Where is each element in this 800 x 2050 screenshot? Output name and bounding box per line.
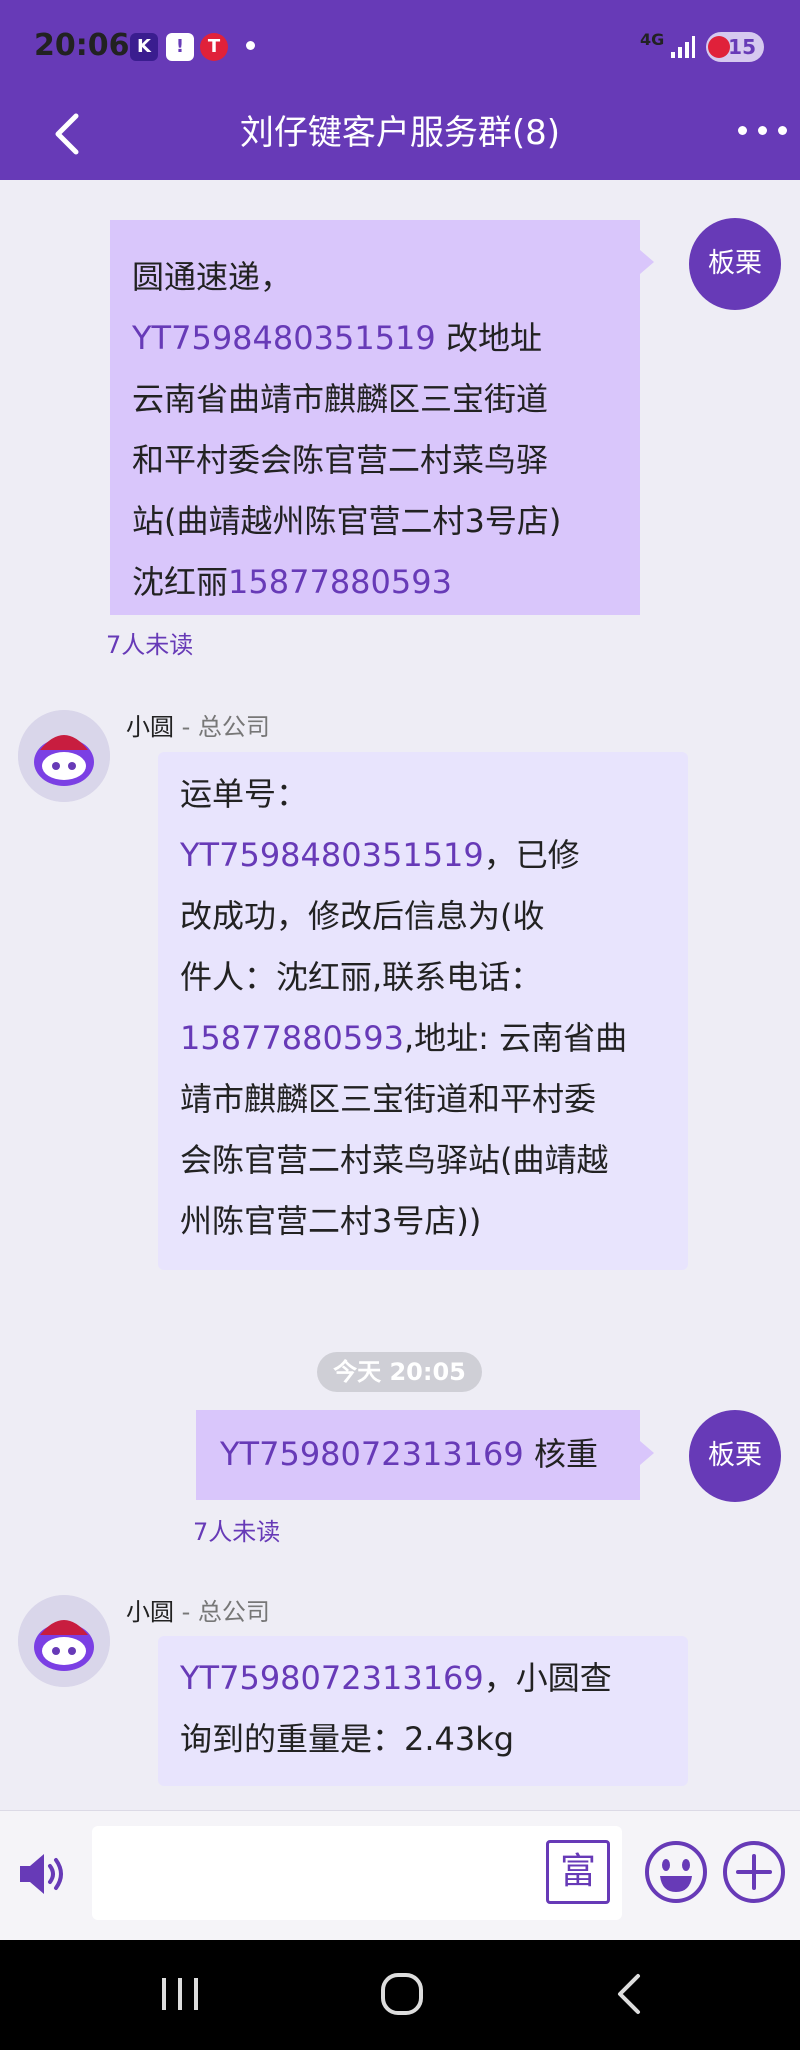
outgoing-message-bubble[interactable]: 圆通速递， YT7598480351519 改地址 云南省曲靖市麒麟区三宝街道 … — [110, 220, 640, 615]
tracking-number-link[interactable]: YT7598072313169 — [180, 1659, 484, 1697]
tracking-number-link[interactable]: YT7598072313169 — [220, 1435, 524, 1473]
timestamp-chip: 今天 20:05 — [317, 1352, 482, 1392]
message-line: 会陈官营二村菜鸟驿站(曲靖越 — [180, 1141, 609, 1179]
sender-name: 小圆 - 总公司 — [126, 1598, 270, 1626]
more-options-button[interactable] — [736, 110, 792, 150]
message-line: 运单号： — [180, 775, 309, 813]
unread-count[interactable]: 7人未读 — [106, 630, 193, 660]
avatar[interactable]: 板栗 — [689, 218, 781, 310]
bubble-tail — [640, 1441, 654, 1465]
voice-input-button[interactable] — [16, 1848, 68, 1900]
bubble-tail — [640, 250, 654, 274]
incoming-message-bubble[interactable]: YT7598072313169，小圆查 询到的重量是：2.43kg — [158, 1636, 688, 1786]
notification-dot-icon — [246, 41, 255, 50]
battery-saver-icon — [708, 36, 730, 58]
message-line: 云南省曲靖市麒麟区三宝街道 — [132, 380, 549, 418]
rich-text-button[interactable]: 富 — [546, 1840, 610, 1904]
message-line: 州陈官营二村3号店)) — [180, 1202, 482, 1240]
message-line: YT7598480351519，已修 — [180, 836, 580, 874]
message-line: 圆通速递， — [132, 258, 293, 296]
message-line: 15877880593,地址: 云南省曲 — [180, 1019, 628, 1057]
network-type-label: 4G — [640, 30, 665, 49]
recents-button[interactable] — [158, 1972, 202, 2016]
avatar[interactable]: 板栗 — [689, 1410, 781, 1502]
message-line: YT7598480351519 改地址 — [132, 319, 542, 357]
alert-app-icon: ! — [166, 33, 194, 61]
message-line: 件人：沈红丽,联系电话： — [180, 958, 543, 996]
sender-name: 小圆 - 总公司 — [126, 713, 270, 741]
home-button[interactable] — [378, 1970, 426, 2018]
emoji-button[interactable] — [644, 1840, 708, 1904]
status-time: 20:06 — [34, 28, 130, 63]
signal-icon — [671, 36, 695, 58]
phone-number-link[interactable]: 15877880593 — [180, 1019, 404, 1057]
back-button[interactable] — [40, 104, 100, 164]
message-line: 靖市麒麟区三宝街道和平村委 — [180, 1080, 597, 1118]
nav-back-button[interactable] — [608, 1970, 648, 2018]
message-line: 改成功，修改后信息为(收 — [180, 897, 545, 935]
kuaishou-app-icon: K — [130, 33, 158, 61]
bot-avatar[interactable] — [18, 710, 110, 802]
message-line: 和平村委会陈官营二村菜鸟驿 — [132, 441, 549, 479]
tracking-number-link[interactable]: YT7598480351519 — [132, 319, 436, 357]
outgoing-message-bubble[interactable]: YT7598072313169 核重 — [196, 1410, 640, 1500]
message-line: 询到的重量是：2.43kg — [180, 1720, 515, 1758]
message-line: YT7598072313169，小圆查 — [180, 1659, 612, 1697]
tracking-number-link[interactable]: YT7598480351519 — [180, 836, 484, 874]
tesla-app-icon: T — [200, 33, 228, 61]
message-input[interactable] — [92, 1826, 622, 1920]
message-line: 沈红丽15877880593 — [132, 563, 452, 601]
incoming-message-bubble[interactable]: 运单号： YT7598480351519，已修 改成功，修改后信息为(收 件人：… — [158, 752, 688, 1270]
message-line: 站(曲靖越州陈官营二村3号店) — [132, 502, 562, 540]
plus-button[interactable] — [722, 1840, 786, 1904]
chat-title: 刘仔键客户服务群(8) — [239, 113, 561, 153]
unread-count[interactable]: 7人未读 — [193, 1517, 280, 1547]
phone-number-link[interactable]: 15877880593 — [228, 563, 452, 601]
bot-avatar[interactable] — [18, 1595, 110, 1687]
